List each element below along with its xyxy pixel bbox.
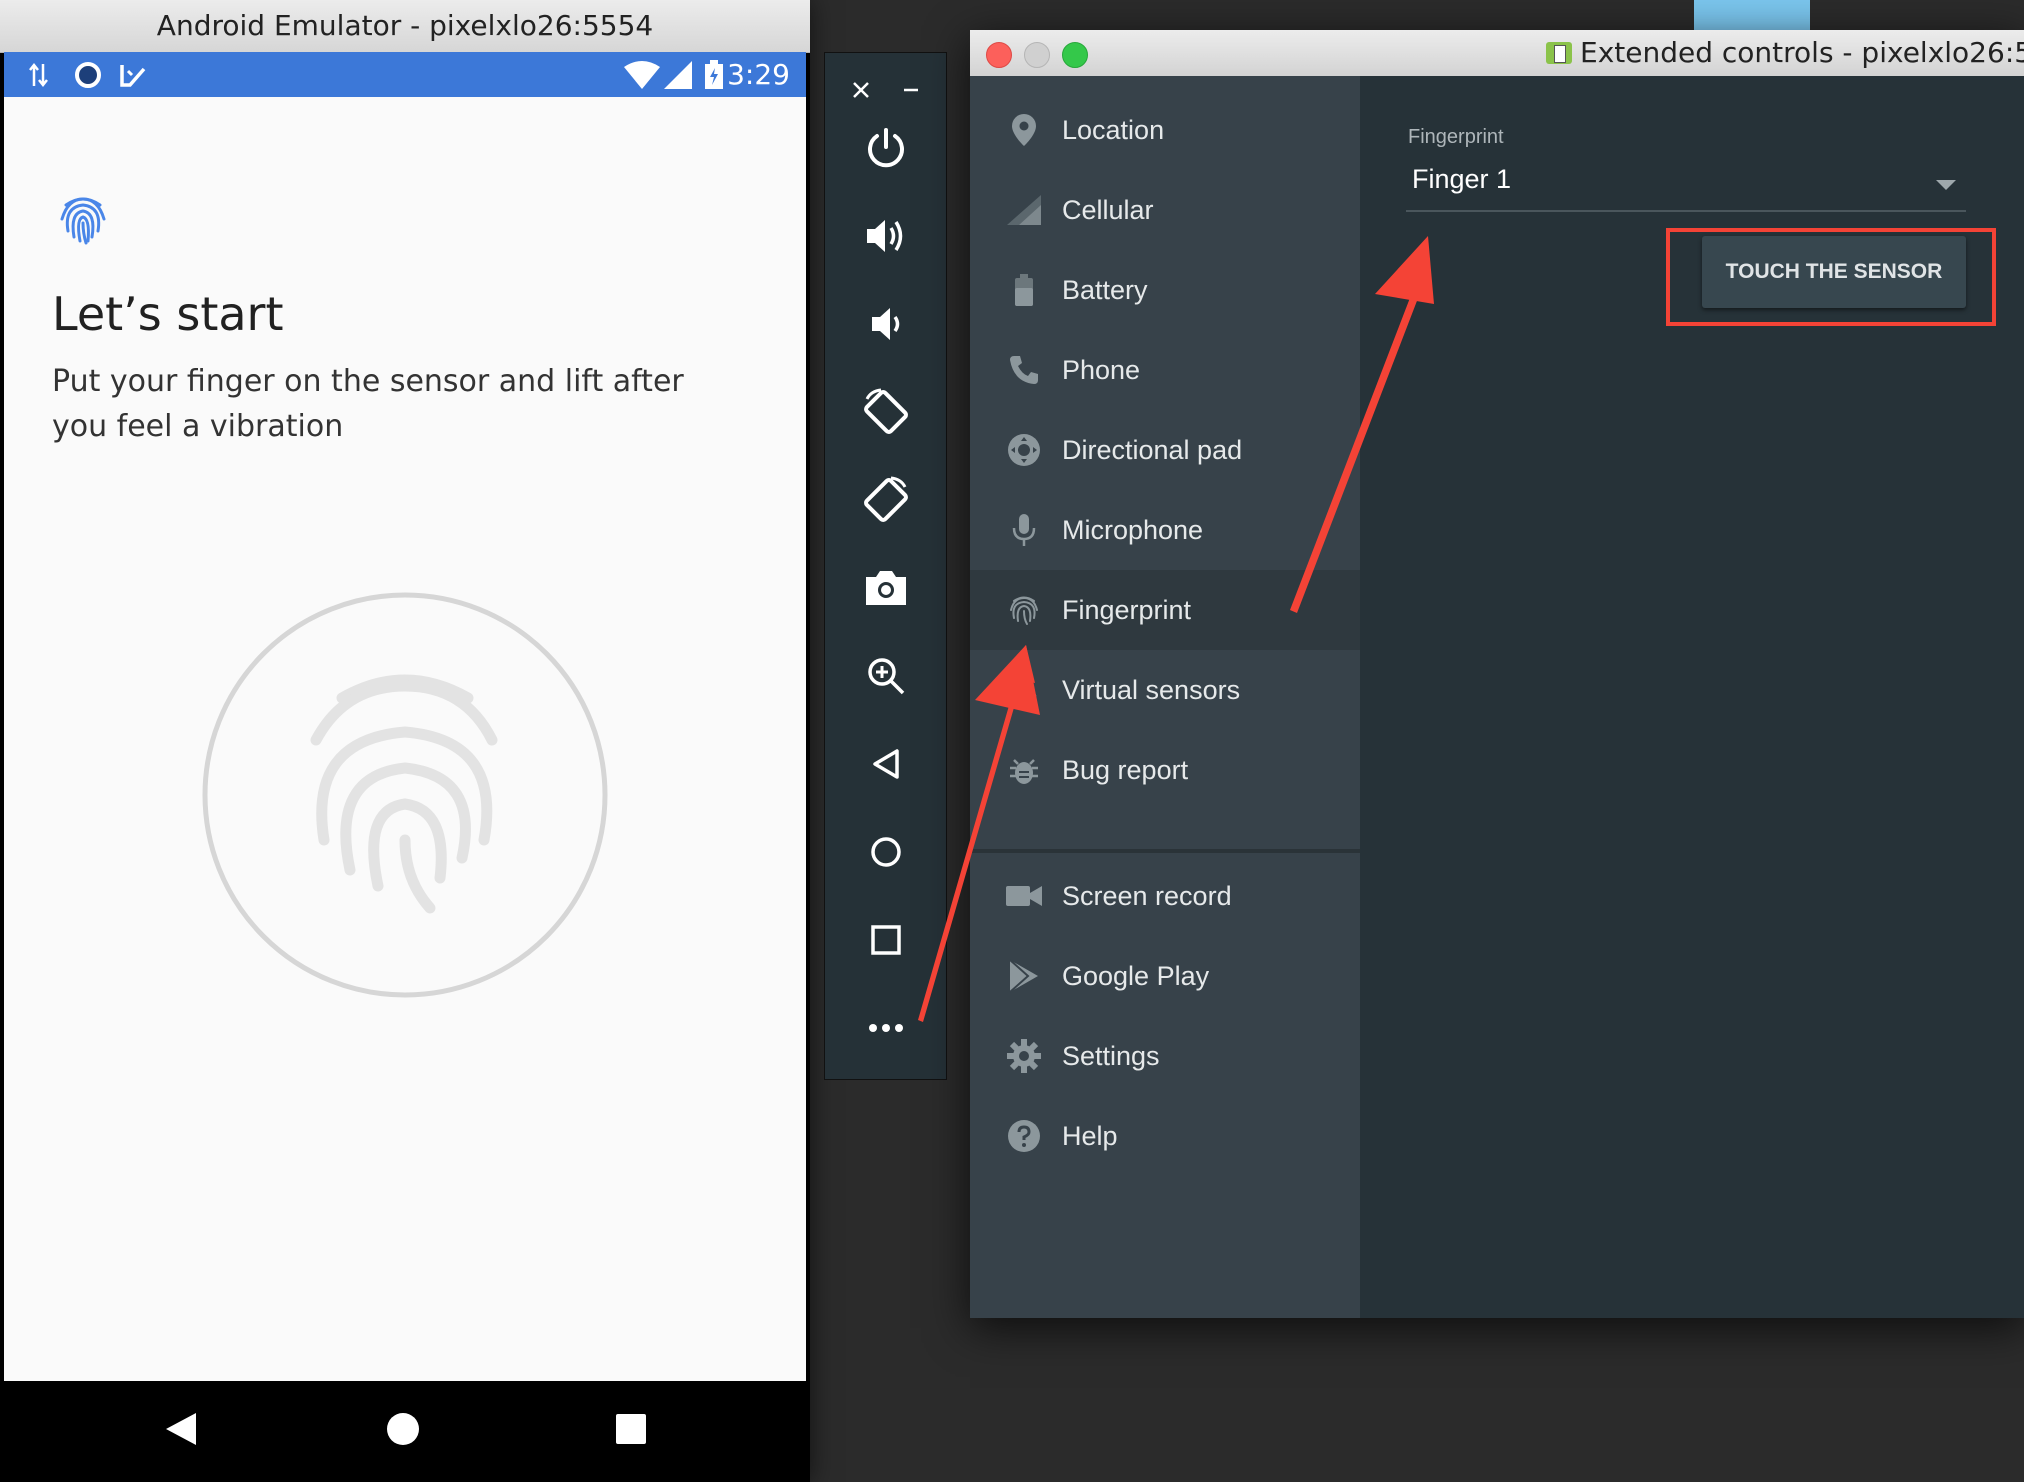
page-title: Let’s start	[52, 287, 284, 341]
sidebar-item-google-play[interactable]: Google Play	[970, 936, 1360, 1016]
signal-icon	[1004, 190, 1044, 230]
wifi-icon	[624, 52, 660, 97]
extended-controls-titlebar: Extended controls - pixelxlo26:5554	[970, 30, 2024, 77]
extended-controls-sidebar: Location Cellular Battery Phone Directio…	[970, 76, 1360, 1318]
emulator-title: Android Emulator - pixelxlo26:5554	[0, 0, 810, 53]
emulator-toolbar	[824, 52, 947, 1080]
sidebar-item-virtual-sensors[interactable]: Virtual sensors	[970, 650, 1360, 730]
rotate-right-icon[interactable]	[825, 465, 946, 535]
sidebar-item-settings[interactable]: Settings	[970, 1016, 1360, 1096]
extended-controls-window: Extended controls - pixelxlo26:5554 Loca…	[970, 30, 2024, 1318]
status-bar: 3:29	[4, 52, 806, 97]
finger-select-value: Finger 1	[1412, 164, 1512, 194]
videocam-icon	[1004, 876, 1044, 916]
emulator-window: Android Emulator - pixelxlo26:5554 3:29	[0, 0, 810, 1482]
power-icon[interactable]	[825, 113, 946, 183]
battery-charging-icon	[704, 52, 724, 97]
background-window-edge	[1694, 0, 1810, 30]
sidebar-item-phone[interactable]: Phone	[970, 330, 1360, 410]
sync-icon	[74, 52, 102, 97]
extended-controls-title: Extended controls - pixelxlo26:5554	[1580, 36, 2024, 69]
chevron-down-icon	[1936, 180, 1956, 190]
nav-home-button[interactable]	[386, 1381, 420, 1477]
sidebar-item-directional-pad[interactable]: Directional pad	[970, 410, 1360, 490]
close-icon[interactable]	[841, 71, 881, 111]
dpad-icon	[1004, 430, 1044, 470]
sidebar-item-battery[interactable]: Battery	[970, 250, 1360, 330]
sidebar-item-bug-report[interactable]: Bug report	[970, 730, 1360, 810]
phone-icon	[1004, 350, 1044, 390]
phone-screen: Let’s start Put your finger on the senso…	[4, 97, 806, 1381]
android-nav-bar	[4, 1381, 806, 1477]
window-close-button[interactable]	[986, 42, 1012, 68]
touch-sensor-button[interactable]: TOUCH THE SENSOR	[1702, 236, 1966, 308]
gear-icon	[1004, 1036, 1044, 1076]
sidebar-divider	[970, 849, 1360, 853]
emulator-app-icon	[1546, 42, 1572, 64]
home-icon[interactable]	[825, 817, 946, 887]
download-check-icon	[118, 52, 148, 97]
sidebar-item-cellular[interactable]: Cellular	[970, 170, 1360, 250]
rotate-device-icon	[1004, 670, 1044, 710]
volume-down-icon[interactable]	[825, 289, 946, 359]
help-icon	[1004, 1116, 1044, 1156]
finger-select[interactable]: Finger 1	[1406, 156, 1966, 212]
overview-icon[interactable]	[825, 905, 946, 975]
battery-icon	[1004, 270, 1044, 310]
bug-icon	[1004, 750, 1044, 790]
fingerprint-panel: Fingerprint Finger 1 TOUCH THE SENSOR	[1360, 76, 2024, 1318]
sidebar-item-fingerprint[interactable]: Fingerprint	[970, 570, 1360, 650]
rotate-left-icon[interactable]	[825, 377, 946, 447]
zoom-icon[interactable]	[825, 641, 946, 711]
page-instructions: Put your finger on the sensor and lift a…	[52, 364, 684, 444]
cell-signal-icon	[664, 52, 692, 97]
window-zoom-button[interactable]	[1062, 42, 1088, 68]
window-minimize-button[interactable]	[1024, 42, 1050, 68]
sidebar-item-screen-record[interactable]: Screen record	[970, 856, 1360, 936]
fingerprint-field-label: Fingerprint	[1408, 126, 1504, 148]
sidebar-item-help[interactable]: Help	[970, 1096, 1360, 1176]
fingerprint-sensor-graphic	[200, 590, 610, 1005]
fingerprint-icon	[1004, 590, 1044, 630]
data-transfer-icon	[28, 52, 50, 97]
back-icon[interactable]	[825, 729, 946, 799]
nav-recents-button[interactable]	[616, 1381, 646, 1477]
nav-back-button[interactable]	[164, 1381, 198, 1477]
sidebar-item-microphone[interactable]: Microphone	[970, 490, 1360, 570]
volume-up-icon[interactable]	[825, 201, 946, 271]
location-pin-icon	[1004, 110, 1044, 150]
more-icon[interactable]	[825, 993, 946, 1063]
status-time: 3:29	[727, 58, 790, 91]
fingerprint-header-icon	[58, 191, 108, 252]
minimize-icon[interactable]	[891, 71, 931, 111]
play-icon	[1004, 956, 1044, 996]
sidebar-item-location[interactable]: Location	[970, 90, 1360, 170]
microphone-icon	[1004, 510, 1044, 550]
camera-icon[interactable]	[825, 553, 946, 623]
